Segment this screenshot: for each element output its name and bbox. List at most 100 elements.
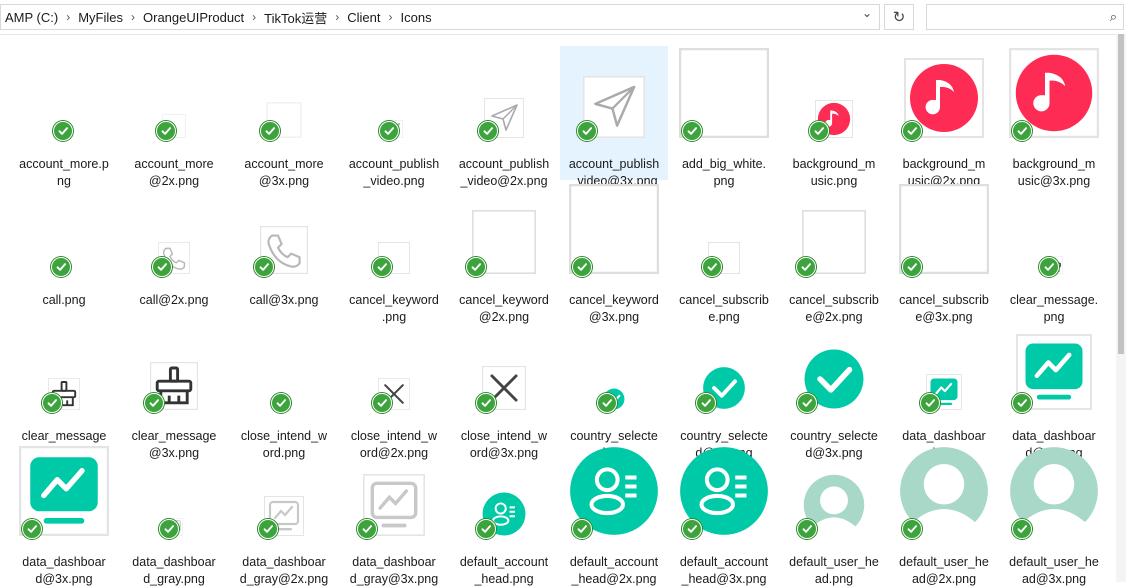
file-item[interactable]: background_m usic@2x.png — [890, 46, 998, 188]
file-item[interactable]: country_selected.png — [560, 318, 668, 460]
sync-status-icon — [379, 121, 399, 141]
thumbnail — [18, 318, 110, 413]
thumbnail — [18, 182, 110, 277]
thumbnail — [458, 318, 550, 413]
file-name-line: clear_message. — [1009, 293, 1099, 307]
file-name: call.png — [10, 292, 118, 309]
thumbnail — [348, 444, 440, 539]
chevron-right-icon[interactable]: › — [385, 10, 397, 24]
search-icon[interactable]: ⌕ — [1110, 9, 1117, 25]
file-name: default_user_he ad@2x.png — [890, 554, 998, 588]
file-item[interactable]: call@3x.png — [230, 182, 338, 316]
file-item[interactable]: data_dashboar d_gray@3x.png — [340, 444, 448, 586]
breadcrumb[interactable]: AMP (C:) › MyFiles › OrangeUIProduct › TikTok运… — [0, 4, 880, 30]
file-item[interactable]: cancel_keyword @2x.png — [450, 182, 558, 324]
thumbnail — [238, 182, 330, 277]
breadcrumb-item[interactable]: Client — [343, 10, 384, 25]
file-item[interactable]: account_more @3x.png — [230, 46, 338, 188]
file-item[interactable]: call@2x.png — [120, 182, 228, 316]
sync-status-icon — [372, 257, 392, 277]
file-item[interactable]: data_dashboar d_gray.png — [120, 444, 228, 586]
file-item[interactable]: background_m usic@3x.png — [1000, 46, 1108, 188]
thumbnail — [788, 46, 880, 141]
thumbnail — [568, 444, 660, 539]
file-item[interactable]: close_intend_w ord.png — [230, 318, 338, 460]
file-item[interactable]: default_user_he ad.png — [780, 444, 888, 586]
file-name-line: call.png — [42, 293, 86, 307]
refresh-button[interactable]: ↻ — [884, 4, 914, 30]
file-item[interactable]: add_big_white. png — [670, 46, 778, 188]
file-name-line: cancel_subscrib — [679, 293, 769, 307]
file-item[interactable]: country_selected@2x.png — [670, 318, 778, 460]
file-item[interactable]: cancel_keyword .png — [340, 182, 448, 324]
file-item[interactable]: background_m usic.png — [780, 46, 888, 188]
thumbnail — [238, 46, 330, 141]
file-item[interactable]: data_dashboard.png — [890, 318, 998, 460]
chevron-right-icon[interactable]: › — [248, 10, 260, 24]
file-item[interactable]: default_account _head@3x.png — [670, 444, 778, 586]
file-item[interactable]: account_more @2x.png — [120, 46, 228, 188]
file-name: data_dashboar d@3x.png — [10, 554, 118, 588]
file-name-line: close_intend_w — [240, 429, 328, 443]
file-item[interactable]: call.png — [10, 182, 118, 316]
file-item[interactable]: account_publish _video.png — [340, 46, 448, 188]
file-item[interactable]: data_dashboar d_gray@2x.png — [230, 444, 338, 586]
file-name-line: data_dashboar — [132, 555, 216, 569]
file-item[interactable]: account_more.p ng — [10, 46, 118, 188]
file-item[interactable]: cancel_subscrib e.png — [670, 182, 778, 324]
scrollbar-thumb[interactable] — [1118, 34, 1124, 354]
sync-status-icon — [372, 393, 392, 413]
file-item[interactable]: country_selecte d@3x.png — [780, 318, 888, 460]
breadcrumb-item[interactable]: AMP (C:) — [1, 10, 62, 25]
thumbnail — [238, 318, 330, 413]
file-item[interactable]: default_account _head@2x.png — [560, 444, 668, 586]
sync-status-icon — [577, 121, 597, 141]
thumbnail — [18, 444, 110, 539]
sync-status-icon — [271, 393, 291, 413]
file-item[interactable]: default_account _head.png — [450, 444, 558, 586]
vertical-scrollbar[interactable] — [1116, 34, 1126, 582]
chevron-right-icon[interactable]: › — [127, 10, 139, 24]
breadcrumb-item[interactable]: Icons — [397, 10, 436, 25]
refresh-icon: ↻ — [892, 9, 906, 26]
breadcrumb-item[interactable]: MyFiles — [74, 10, 127, 25]
sync-status-icon — [696, 393, 716, 413]
sync-status-icon — [478, 121, 498, 141]
file-item[interactable]: account_publish _video@3x.png — [560, 46, 668, 188]
file-name-line: close_intend_w — [350, 429, 438, 443]
file-item[interactable]: data_dashboard@2x.png — [1000, 318, 1108, 460]
thumbnail — [238, 444, 330, 539]
address-history-button[interactable]: ⌄ — [856, 4, 878, 22]
file-name: default_account _head.png — [450, 554, 558, 588]
file-item[interactable]: cancel_subscrib e@2x.png — [780, 182, 888, 324]
sync-status-icon — [902, 257, 922, 277]
file-name-line: account_publish — [348, 157, 440, 171]
file-item[interactable]: clear_message. png — [1000, 182, 1108, 324]
file-name: call@3x.png — [230, 292, 338, 309]
thumbnail — [458, 444, 550, 539]
breadcrumb-item[interactable]: OrangeUIProduct — [139, 10, 248, 25]
breadcrumb-item[interactable]: TikTok运营 — [260, 8, 331, 27]
search-input[interactable] — [931, 5, 1105, 29]
thumbnail — [678, 318, 770, 413]
thumbnail — [458, 182, 550, 277]
file-item[interactable]: cancel_subscrib e@3x.png — [890, 182, 998, 324]
file-item[interactable]: cancel_keyword @3x.png — [560, 182, 668, 324]
sync-status-icon — [797, 519, 817, 539]
chevron-right-icon[interactable]: › — [62, 10, 74, 24]
thumbnail — [128, 46, 220, 141]
sync-status-icon — [1012, 519, 1032, 539]
file-item[interactable]: default_user_he ad@3x.png — [1000, 444, 1108, 586]
file-name-line: _head@2x.png — [571, 572, 657, 586]
file-item[interactable]: clear_message @3x.png — [120, 318, 228, 460]
file-item[interactable]: close_intend_w ord@2x.png — [340, 318, 448, 460]
thumbnail — [898, 318, 990, 413]
file-name-line: ad.png — [814, 572, 854, 586]
file-item[interactable]: close_intend_w ord@3x.png — [450, 318, 558, 460]
file-item[interactable]: default_user_he ad@2x.png — [890, 444, 998, 586]
file-name: default_account _head@3x.png — [670, 554, 778, 588]
file-item[interactable]: data_dashboar d@3x.png — [10, 444, 118, 586]
file-item[interactable]: clear_message@2x.png — [10, 318, 118, 460]
file-item[interactable]: account_publish _video@2x.png — [450, 46, 558, 188]
chevron-right-icon[interactable]: › — [331, 10, 343, 24]
